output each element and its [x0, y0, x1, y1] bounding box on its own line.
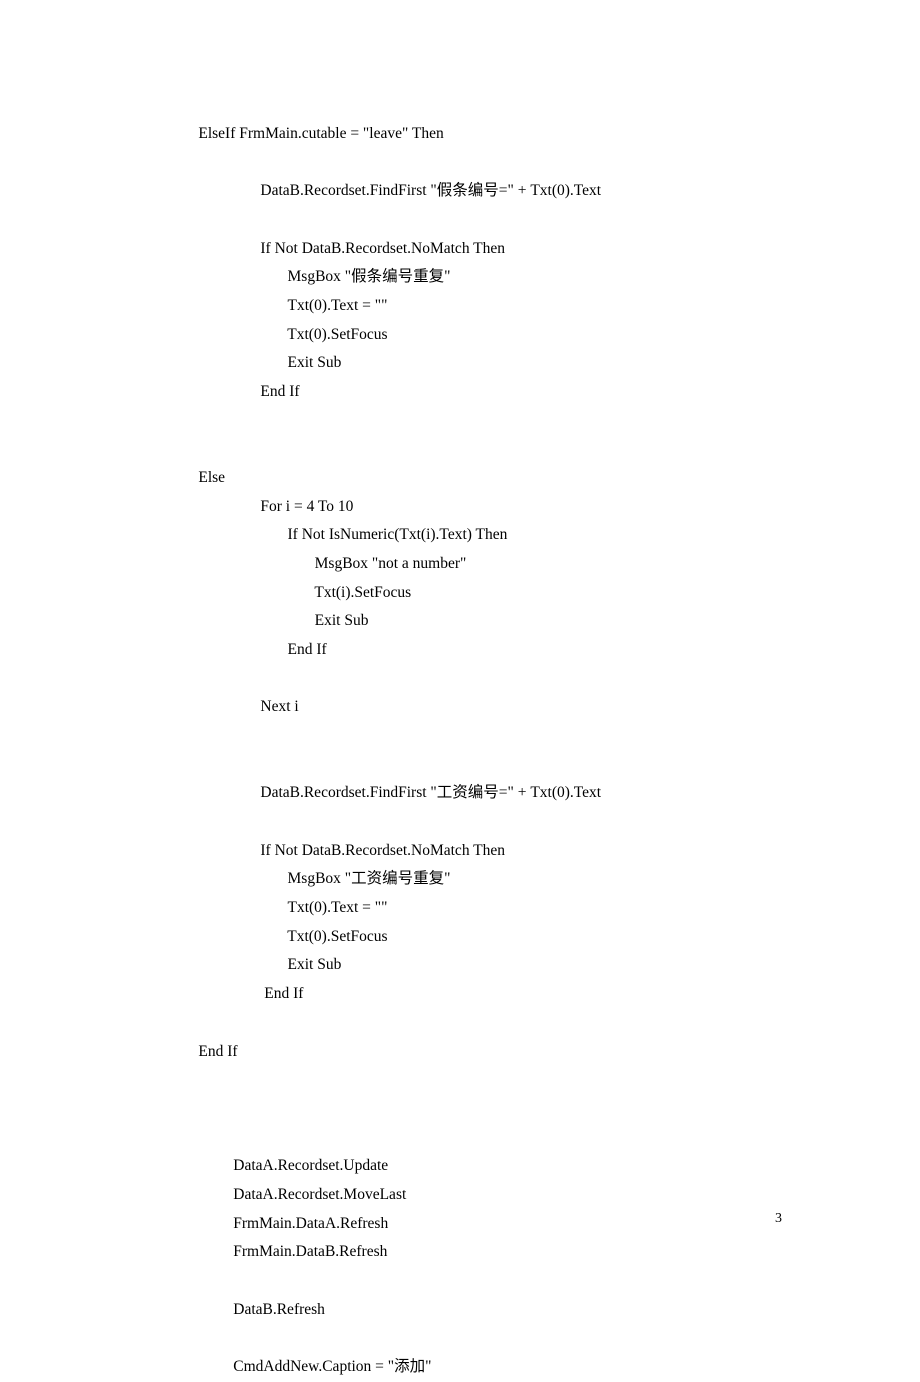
code-content: ElseIf FrmMain.cutable = "leave" Then Da…: [148, 120, 840, 1382]
page-number: 3: [775, 1206, 782, 1232]
